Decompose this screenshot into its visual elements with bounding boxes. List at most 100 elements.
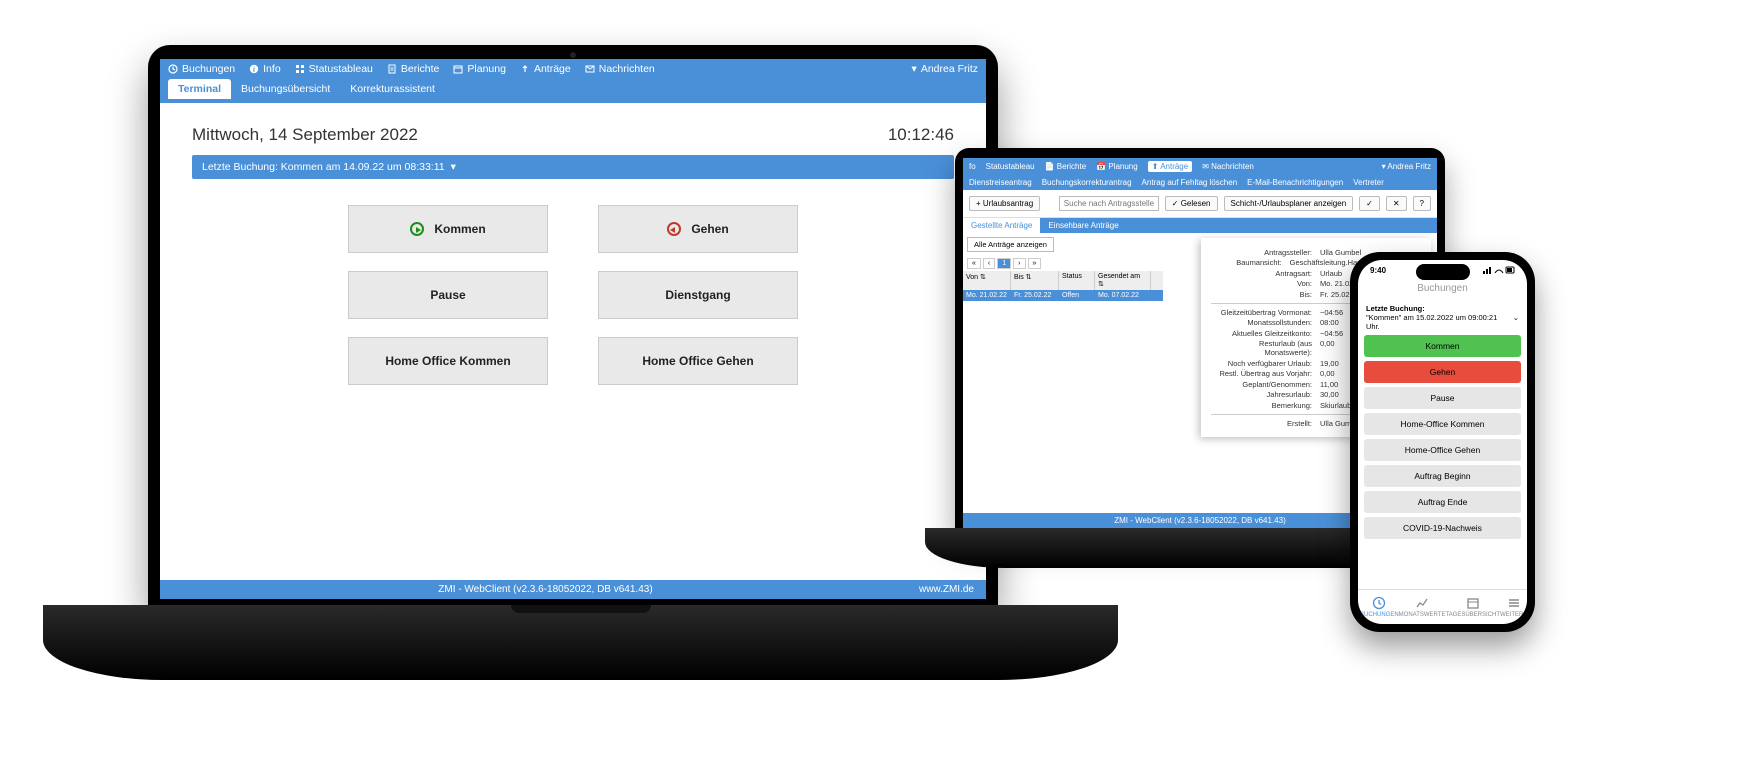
th-von[interactable]: Von ⇅ bbox=[963, 271, 1011, 290]
subnav-item[interactable]: Antrag auf Fehltag löschen bbox=[1142, 178, 1238, 187]
phone-ho-kommen-button[interactable]: Home-Office Kommen bbox=[1364, 413, 1521, 435]
planner-button[interactable]: Schicht-/Urlaubsplaner anzeigen bbox=[1224, 196, 1354, 211]
sub-nav-2: Dienstreiseantrag Buchungskorrekturantra… bbox=[963, 175, 1437, 190]
nav-label: Nachrichten bbox=[1211, 162, 1254, 171]
phone-ho-gehen-button[interactable]: Home-Office Gehen bbox=[1364, 439, 1521, 461]
show-all-button[interactable]: Alle Anträge anzeigen bbox=[967, 237, 1054, 252]
nav-buchungen[interactable]: Buchungen bbox=[168, 63, 235, 75]
home-office-kommen-button[interactable]: Home Office Kommen bbox=[348, 337, 548, 385]
phone-kommen-button[interactable]: Kommen bbox=[1364, 335, 1521, 357]
subnav-item[interactable]: Dienstreiseantrag bbox=[969, 178, 1032, 187]
phone-status-icons bbox=[1483, 266, 1515, 275]
arrow-in-icon bbox=[410, 222, 424, 236]
home-office-gehen-button[interactable]: Home Office Gehen bbox=[598, 337, 798, 385]
last-booking-bar[interactable]: Letzte Buchung: Kommen am 14.09.22 um 08… bbox=[192, 155, 954, 179]
svg-text:i: i bbox=[253, 67, 255, 74]
phone: 9:40 Buchungen Letzte Buchung: "Kommen" … bbox=[1350, 252, 1535, 632]
tab-buchungsuebersicht[interactable]: Buchungsübersicht bbox=[231, 79, 340, 99]
nav-label: Planung bbox=[1108, 162, 1137, 171]
nav-item[interactable]: 📄 Berichte bbox=[1045, 162, 1087, 171]
footer-link[interactable]: www.ZMI.de bbox=[919, 584, 974, 595]
action-button-grid: Kommen Gehen Pause Dienstgang Home Offic… bbox=[192, 205, 954, 385]
nav-nachrichten[interactable]: Nachrichten bbox=[585, 63, 655, 75]
cell-gesendet: Mo. 07.02.22 bbox=[1095, 290, 1151, 301]
phone-last-booking[interactable]: Letzte Buchung: "Kommen" am 15.02.2022 u… bbox=[1358, 300, 1527, 335]
phone-covid-button[interactable]: COVID-19-Nachweis bbox=[1364, 517, 1521, 539]
th-status[interactable]: Status bbox=[1059, 271, 1095, 290]
tab-gestellte[interactable]: Gestellte Anträge bbox=[963, 218, 1040, 233]
chevron-down-icon: ⌄ bbox=[1513, 313, 1519, 322]
user-menu-2[interactable]: ▾ Andrea Fritz bbox=[1382, 162, 1431, 171]
nav-item[interactable]: 📅 Planung bbox=[1096, 162, 1138, 171]
phone-title: Buchungen bbox=[1358, 277, 1527, 300]
user-menu[interactable]: ▾ Andrea Fritz bbox=[912, 63, 978, 75]
footer-version: ZMI - WebClient (v2.3.6-18052022, DB v64… bbox=[438, 584, 652, 595]
pager-prev[interactable]: « bbox=[967, 258, 981, 269]
pause-button[interactable]: Pause bbox=[348, 271, 548, 319]
tab-terminal[interactable]: Terminal bbox=[168, 79, 231, 99]
button-label: Gehen bbox=[691, 222, 728, 236]
nav-label: Berichte bbox=[401, 63, 440, 75]
nav-berichte[interactable]: Berichte bbox=[387, 63, 440, 75]
phone-tab-monatswerte[interactable]: MONATSWERTE bbox=[1399, 596, 1446, 618]
button-label: Home Office Kommen bbox=[385, 354, 510, 368]
pager-next[interactable]: » bbox=[1028, 258, 1042, 269]
help-button[interactable]: ? bbox=[1413, 196, 1431, 211]
nav-item[interactable]: Statustableau bbox=[986, 162, 1035, 171]
nav-item[interactable]: ✉ Nachrichten bbox=[1202, 162, 1254, 171]
tab-einsehbare[interactable]: Einsehbare Anträge bbox=[1040, 218, 1126, 233]
pager-prev1[interactable]: ‹ bbox=[983, 258, 995, 269]
subnav-item[interactable]: E-Mail-Benachrichtigungen bbox=[1247, 178, 1343, 187]
gelesen-button[interactable]: ✓ Gelesen bbox=[1165, 196, 1218, 211]
th-gesendet[interactable]: Gesendet am ⇅ bbox=[1095, 271, 1151, 290]
gehen-button[interactable]: Gehen bbox=[598, 205, 798, 253]
pager-next1[interactable]: › bbox=[1013, 258, 1025, 269]
subnav-item[interactable]: Vertreter bbox=[1353, 178, 1384, 187]
grid-icon bbox=[295, 64, 305, 74]
nav-statustableau[interactable]: Statustableau bbox=[295, 63, 373, 75]
detail-key: Monatssollstunden: bbox=[1211, 318, 1320, 327]
close-button[interactable]: ✕ bbox=[1386, 196, 1407, 211]
last-booking-value: "Kommen" am 15.02.2022 um 09:00:21 Uhr. bbox=[1366, 313, 1497, 331]
mail-icon bbox=[585, 64, 595, 74]
dienstgang-button[interactable]: Dienstgang bbox=[598, 271, 798, 319]
nav-item[interactable]: fo bbox=[969, 162, 976, 171]
kommen-button[interactable]: Kommen bbox=[348, 205, 548, 253]
table-row[interactable]: Mo. 21.02.22 Fr. 25.02.22 Offen Mo. 07.0… bbox=[963, 290, 1163, 301]
th-bis[interactable]: Bis ⇅ bbox=[1011, 271, 1059, 290]
add-urlaubsantrag-button[interactable]: + Urlaubsantrag bbox=[969, 196, 1040, 211]
phone-tab-tagesuebersicht[interactable]: TAGESÜBERSICHT bbox=[1445, 596, 1500, 618]
nav-planung[interactable]: Planung bbox=[453, 63, 506, 75]
detail-key: Bis: bbox=[1211, 290, 1320, 299]
phone-gehen-button[interactable]: Gehen bbox=[1364, 361, 1521, 383]
tab-label: TAGESÜBERSICHT bbox=[1445, 612, 1500, 618]
cell-von: Mo. 21.02.22 bbox=[963, 290, 1011, 301]
nav-info[interactable]: i Info bbox=[249, 63, 281, 75]
terminal-content: Mittwoch, 14 September 2022 10:12:46 Let… bbox=[160, 103, 986, 580]
search-input[interactable] bbox=[1059, 196, 1159, 211]
button-label: Home Office Gehen bbox=[642, 354, 753, 368]
info-icon: i bbox=[249, 64, 259, 74]
detail-key: Aktuelles Gleitzeitkonto: bbox=[1211, 329, 1320, 338]
pager: « ‹ 1 › » bbox=[967, 258, 1159, 269]
nav-antraege[interactable]: Anträge bbox=[520, 63, 571, 75]
last-booking-text: Letzte Buchung: Kommen am 14.09.22 um 08… bbox=[202, 161, 445, 173]
subnav-item[interactable]: Buchungskorrekturantrag bbox=[1042, 178, 1132, 187]
request-list: Alle Anträge anzeigen « ‹ 1 › » Von ⇅ Bi… bbox=[963, 233, 1163, 513]
laptop-front-base bbox=[43, 605, 1118, 680]
button-label: Dienstgang bbox=[665, 288, 730, 302]
laptop-front-bezel: Buchungen i Info Statustableau Berichte … bbox=[148, 45, 998, 605]
phone-tab-buchungen[interactable]: BUCHUNGEN bbox=[1360, 596, 1399, 618]
phone-time: 9:40 bbox=[1370, 266, 1386, 275]
phone-auftrag-beginn-button[interactable]: Auftrag Beginn bbox=[1364, 465, 1521, 487]
phone-auftrag-ende-button[interactable]: Auftrag Ende bbox=[1364, 491, 1521, 513]
phone-tab-weitere[interactable]: WEITERE bbox=[1500, 596, 1527, 618]
check-button[interactable]: ✓ bbox=[1359, 196, 1380, 211]
tab-label: BUCHUNGEN bbox=[1360, 612, 1399, 618]
nav-label: Statustableau bbox=[309, 63, 373, 75]
nav-item[interactable]: ⬆ Anträge bbox=[1148, 161, 1193, 172]
footer: ZMI - WebClient (v2.3.6-18052022, DB v64… bbox=[160, 580, 986, 599]
arrow-out-icon bbox=[667, 222, 681, 236]
tab-korrekturassistent[interactable]: Korrekturassistent bbox=[340, 79, 445, 99]
phone-pause-button[interactable]: Pause bbox=[1364, 387, 1521, 409]
